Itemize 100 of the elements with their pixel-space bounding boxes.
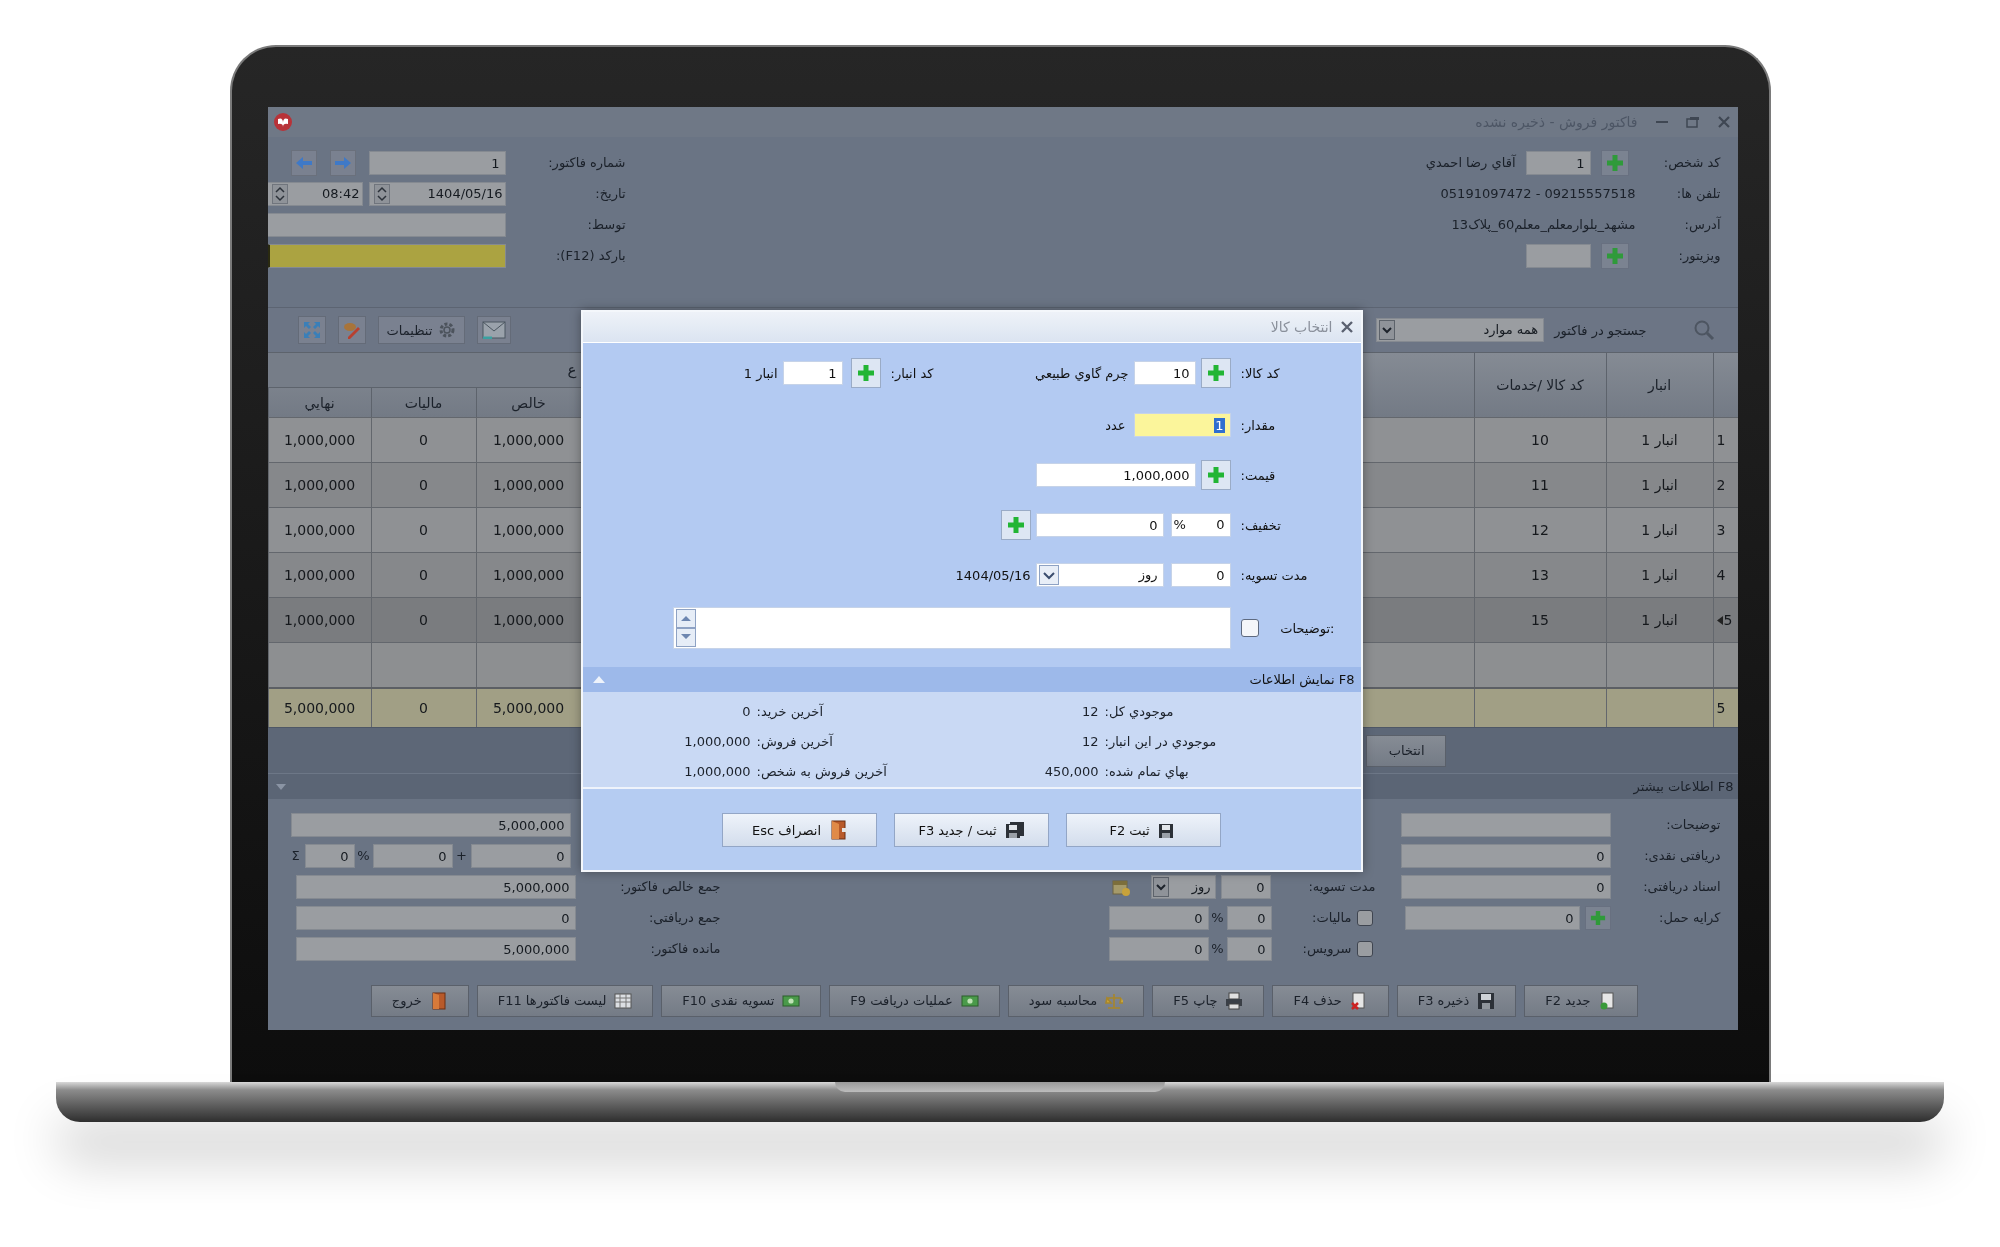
column-group-header: ع bbox=[567, 361, 577, 379]
toolbar-button[interactable]: عملیات دریافت F9 bbox=[829, 984, 1000, 1017]
scales-icon bbox=[1105, 991, 1124, 1010]
toolbar-button[interactable]: خروج bbox=[370, 984, 469, 1017]
plus-icon bbox=[1589, 909, 1606, 926]
next-button[interactable] bbox=[329, 149, 356, 176]
collapse-triangle-icon[interactable] bbox=[592, 676, 605, 683]
add-button[interactable] bbox=[1600, 242, 1629, 269]
close-icon[interactable] bbox=[1340, 321, 1353, 333]
discount-amount-field[interactable]: 0 bbox=[1035, 513, 1164, 537]
app-logo-icon bbox=[272, 112, 293, 132]
close-icon[interactable] bbox=[1717, 116, 1730, 128]
fit-button[interactable] bbox=[297, 316, 326, 344]
field-label: کد کالا: bbox=[1240, 365, 1281, 381]
unit-dropdown[interactable]: روز bbox=[1150, 874, 1216, 899]
dialog-button[interactable]: انصراف Esc bbox=[722, 813, 877, 847]
plus-icon bbox=[1206, 466, 1225, 484]
info-label: آخرین فروش به شخص: bbox=[756, 763, 887, 779]
visitor-field[interactable] bbox=[1525, 243, 1591, 268]
add-button[interactable] bbox=[1200, 358, 1231, 388]
spinner-icon[interactable] bbox=[675, 609, 696, 647]
toolbar-button[interactable]: تسویه نقدی F10 bbox=[661, 984, 822, 1017]
percent-field[interactable]: 0 % bbox=[1170, 513, 1231, 537]
select-button[interactable]: انتخاب bbox=[1365, 734, 1446, 767]
toolbar-button[interactable]: ذخیره F3 bbox=[1396, 984, 1517, 1017]
toolbar-button[interactable]: جدید F2 bbox=[1524, 984, 1638, 1017]
field-label: تخفیف: bbox=[1240, 517, 1282, 533]
documents-received-field[interactable]: 0 bbox=[1400, 874, 1611, 899]
edit-button[interactable] bbox=[337, 316, 366, 344]
section-header[interactable]: F8 نمایش اطلاعات bbox=[582, 667, 1361, 692]
amount-field[interactable]: 0 bbox=[470, 843, 571, 868]
unit-dropdown[interactable]: روز bbox=[1035, 563, 1164, 587]
toolbar-button[interactable]: چاپ F5 bbox=[1152, 984, 1265, 1017]
percent-field[interactable]: 0 bbox=[1226, 936, 1272, 961]
amount-field[interactable]: 0 bbox=[1108, 936, 1209, 961]
cash-received-field[interactable]: 0 bbox=[1400, 843, 1611, 868]
person-code-field[interactable]: 1 bbox=[1525, 150, 1591, 175]
caret-icon[interactable] bbox=[1038, 565, 1059, 585]
days-field[interactable]: 0 bbox=[1170, 563, 1231, 587]
invoice-number-field[interactable]: 1 bbox=[368, 150, 506, 175]
freight-field[interactable]: 0 bbox=[1404, 905, 1580, 930]
toolbar-button[interactable]: حذف F4 bbox=[1272, 984, 1389, 1017]
price-field[interactable]: 1,000,000 bbox=[1035, 463, 1196, 487]
notes-field[interactable] bbox=[672, 607, 1231, 649]
percent-field[interactable]: 0 bbox=[1226, 905, 1272, 930]
value-field[interactable]: 0 bbox=[372, 843, 453, 868]
row-number: 5 bbox=[1723, 612, 1733, 628]
previous-button[interactable] bbox=[290, 149, 317, 176]
toolbar-button[interactable]: محاسبه سود bbox=[1007, 984, 1145, 1017]
add-button[interactable] bbox=[1600, 149, 1629, 176]
add-button[interactable] bbox=[1200, 460, 1231, 490]
info-label: آخرین خرید: bbox=[756, 703, 823, 719]
warehouse-code-field[interactable]: 1 bbox=[782, 361, 843, 385]
caret-icon[interactable] bbox=[1379, 320, 1396, 340]
envelope-icon bbox=[482, 321, 507, 339]
settings-button[interactable]: تنظیمات bbox=[377, 316, 466, 344]
received-total-field[interactable]: 0 bbox=[295, 905, 576, 930]
issued-by-field[interactable] bbox=[267, 212, 506, 237]
amount-field[interactable]: 0 bbox=[1108, 905, 1209, 930]
spinner-icon[interactable] bbox=[271, 183, 288, 204]
mail-button[interactable] bbox=[477, 316, 512, 344]
total-field[interactable]: 5,000,000 bbox=[290, 812, 571, 837]
row-number: 3 bbox=[1716, 522, 1726, 538]
dialog-button[interactable]: ثبت / جدید F3 bbox=[894, 813, 1049, 847]
add-button[interactable] bbox=[850, 358, 881, 388]
add-button[interactable] bbox=[1584, 905, 1611, 930]
collapse-triangle-icon[interactable] bbox=[275, 783, 286, 790]
percent-sign: % bbox=[1210, 941, 1225, 956]
toolbar-button[interactable]: لیست فاکتورها F11 bbox=[476, 984, 654, 1017]
field-label: ویزیتور: bbox=[1677, 248, 1721, 263]
dialog-button[interactable]: ثبت F2 bbox=[1066, 813, 1221, 847]
checkbox[interactable] bbox=[1356, 940, 1373, 957]
field-label: توسط: bbox=[586, 217, 626, 232]
add-button[interactable] bbox=[1000, 510, 1031, 540]
delete-icon bbox=[1349, 991, 1368, 1010]
barcode-field[interactable] bbox=[267, 243, 506, 268]
days-field[interactable]: 0 bbox=[1220, 874, 1271, 899]
field-label: اسناد دریافتی: bbox=[1642, 879, 1721, 894]
item-code-field[interactable]: 10 bbox=[1133, 361, 1196, 385]
spinner-icon[interactable] bbox=[373, 183, 390, 204]
notes-field[interactable] bbox=[1400, 812, 1611, 837]
checkbox[interactable] bbox=[1356, 909, 1373, 926]
checkbox[interactable] bbox=[1240, 619, 1259, 637]
caret-icon[interactable] bbox=[1152, 876, 1169, 897]
plus-icon bbox=[1006, 516, 1025, 534]
field-label: سرویس: bbox=[1301, 941, 1352, 956]
quantity-field[interactable]: 1 bbox=[1133, 413, 1231, 437]
restore-icon[interactable] bbox=[1685, 116, 1700, 128]
field-label: شماره فاکتور: bbox=[547, 155, 626, 170]
search-scope-dropdown[interactable]: همه موارد bbox=[1376, 318, 1545, 342]
balance-field[interactable]: 5,000,000 bbox=[295, 936, 576, 961]
net-total-field[interactable]: 5,000,000 bbox=[295, 874, 576, 899]
arrows-icon bbox=[301, 320, 322, 340]
time-field[interactable]: 08:42 bbox=[267, 181, 363, 206]
minimize-icon[interactable] bbox=[1655, 120, 1668, 124]
plus-sign: + bbox=[455, 848, 468, 863]
info-value: 1,000,000 bbox=[683, 763, 751, 779]
date-field[interactable]: 1404/05/16 bbox=[368, 181, 506, 206]
door-icon bbox=[429, 991, 448, 1010]
percent-field[interactable]: 0 bbox=[304, 843, 355, 868]
